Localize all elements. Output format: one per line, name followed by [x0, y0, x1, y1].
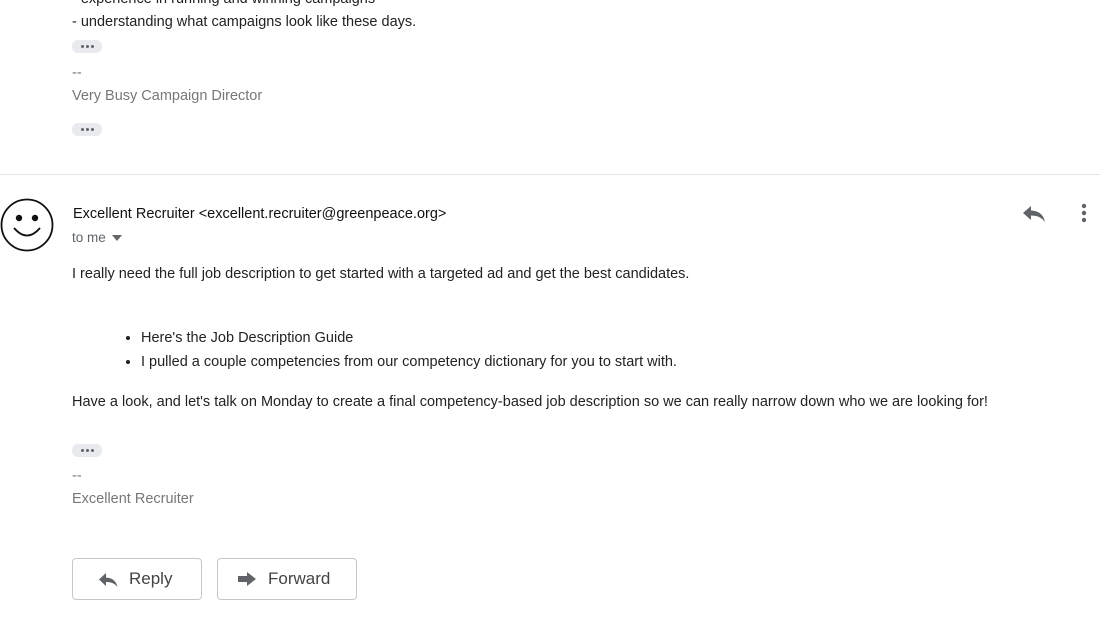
ellipsis-icon [80, 128, 84, 131]
list-item: Here's the Job Description Guide [141, 326, 677, 350]
reply-arrow-icon[interactable] [1020, 201, 1048, 225]
forward-button-label: Forward [268, 569, 331, 588]
message-bullet-list: Here's the Job Description Guide I pulle… [72, 326, 677, 374]
ellipsis-icon [80, 45, 84, 48]
reply-arrow-icon [99, 573, 118, 587]
caret-down-icon [111, 235, 122, 241]
sender-email: <excellent.recruiter@greenpeace.org> [198, 206, 447, 222]
signature: Excellent Recruiter [72, 491, 194, 507]
previous-message-line: - experience in running and winning camp… [72, 0, 375, 9]
message-body: I really need the full job description t… [72, 262, 1102, 410]
message-intro: I really need the full job description t… [72, 266, 690, 282]
show-trimmed-content-button[interactable] [72, 123, 102, 136]
show-trimmed-content-button[interactable] [72, 40, 102, 53]
ellipsis-icon [80, 449, 84, 452]
forward-arrow-icon [238, 572, 256, 586]
signature-separator: -- [72, 468, 82, 484]
show-trimmed-content-button[interactable] [72, 444, 102, 457]
message-divider [0, 174, 1100, 175]
message-closing: Have a look, and let's talk on Monday to… [72, 394, 988, 410]
smiley-face-icon [0, 198, 54, 252]
email-thread: - experience in running and winning camp… [0, 0, 1116, 636]
sender-name: Excellent Recruiter [73, 206, 195, 222]
forward-button[interactable]: Forward [217, 558, 357, 600]
previous-message-line: - understanding what campaigns look like… [72, 14, 417, 30]
signature: Very Busy Campaign Director [72, 88, 263, 104]
reply-button[interactable]: Reply [72, 558, 202, 600]
more-vertical-icon[interactable] [1074, 201, 1094, 225]
reply-button-label: Reply [129, 569, 173, 588]
list-item: I pulled a couple competencies from our … [141, 350, 677, 374]
recipients-toggle[interactable]: to me [72, 229, 122, 247]
recipients-label: to me [72, 230, 106, 245]
sender[interactable]: Excellent Recruiter <excellent.recruiter… [73, 204, 446, 224]
signature-separator: -- [72, 65, 82, 81]
